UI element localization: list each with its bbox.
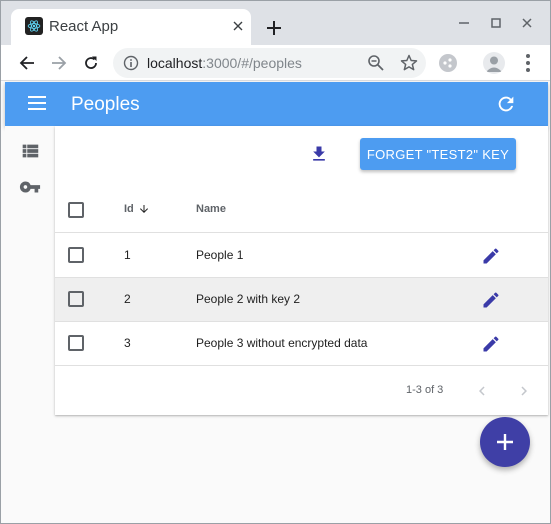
- select-all-checkbox[interactable]: [68, 202, 84, 218]
- pagination-range: 1-3 of 3: [406, 384, 444, 396]
- column-header-name[interactable]: Name: [196, 203, 226, 215]
- edit-pencil-icon[interactable]: [481, 246, 501, 266]
- row-checkbox[interactable]: [68, 247, 84, 263]
- minimize-icon[interactable]: [454, 13, 474, 33]
- new-tab-plus-icon[interactable]: [262, 16, 286, 40]
- sidebar: [5, 126, 55, 522]
- chevron-right-icon[interactable]: [515, 382, 533, 400]
- sidebar-item-peoples-list-icon[interactable]: [19, 140, 41, 162]
- table-row[interactable]: 2 People 2 with key 2: [55, 278, 548, 322]
- row-checkbox[interactable]: [68, 291, 84, 307]
- sidebar-item-keys-icon[interactable]: [19, 176, 41, 198]
- info-icon[interactable]: [123, 55, 139, 71]
- edit-pencil-icon[interactable]: [481, 290, 501, 310]
- profile-avatar-icon[interactable]: [483, 52, 505, 74]
- tab-strip: React App: [1, 1, 550, 45]
- row-checkbox[interactable]: [68, 335, 84, 351]
- plus-icon: [497, 434, 513, 450]
- url-host: localhost: [147, 55, 203, 71]
- pagination: 1-3 of 3: [55, 369, 548, 415]
- peoples-list-card: FORGET "TEST2" KEY Id Name 1 People 1 2 …: [55, 126, 548, 415]
- tab-title: React App: [49, 18, 119, 35]
- maximize-icon[interactable]: [486, 13, 506, 33]
- browser-window: React App localhost:3000/#/peoples Peopl…: [0, 0, 551, 524]
- table-row[interactable]: 3 People 3 without encrypted data: [55, 322, 548, 366]
- cell-name: People 2 with key 2: [196, 292, 301, 306]
- refresh-icon[interactable]: [495, 93, 517, 115]
- zoom-icon[interactable]: [367, 54, 385, 72]
- cell-name: People 3 without encrypted data: [196, 336, 368, 350]
- table-header: Id Name: [55, 189, 548, 233]
- browser-menu-icon[interactable]: [518, 52, 538, 74]
- extension-icon[interactable]: [439, 54, 457, 72]
- url-path: :3000/#/peoples: [202, 55, 302, 71]
- app-bar: Peoples: [5, 82, 548, 126]
- table-row[interactable]: 1 People 1: [55, 234, 548, 278]
- sort-arrow-down-icon: [139, 205, 148, 213]
- chevron-left-icon[interactable]: [473, 382, 491, 400]
- bookmark-star-icon[interactable]: [399, 53, 419, 73]
- tab-close-icon[interactable]: [229, 17, 247, 35]
- browser-toolbar: localhost:3000/#/peoples: [1, 45, 550, 81]
- forget-key-button[interactable]: FORGET "TEST2" KEY: [360, 138, 516, 170]
- window-close-icon[interactable]: [517, 13, 537, 33]
- browser-tab[interactable]: React App: [11, 9, 251, 45]
- page-title: Peoples: [71, 94, 140, 115]
- back-arrow-icon[interactable]: [15, 51, 39, 75]
- cell-id: 2: [124, 292, 131, 306]
- cell-id: 3: [124, 336, 131, 350]
- url-text: localhost:3000/#/peoples: [147, 55, 302, 71]
- add-people-button[interactable]: [480, 417, 530, 467]
- column-header-id[interactable]: Id: [124, 203, 150, 215]
- cell-name: People 1: [196, 248, 244, 262]
- hamburger-menu-icon[interactable]: [28, 96, 46, 110]
- edit-pencil-icon[interactable]: [481, 334, 501, 354]
- download-export-icon[interactable]: [309, 144, 329, 164]
- forward-arrow-icon[interactable]: [47, 51, 71, 75]
- cell-id: 1: [124, 248, 131, 262]
- reload-icon[interactable]: [79, 51, 103, 75]
- address-bar[interactable]: localhost:3000/#/peoples: [113, 48, 426, 78]
- react-favicon-icon: [25, 17, 43, 35]
- column-header-id-label: Id: [124, 203, 134, 215]
